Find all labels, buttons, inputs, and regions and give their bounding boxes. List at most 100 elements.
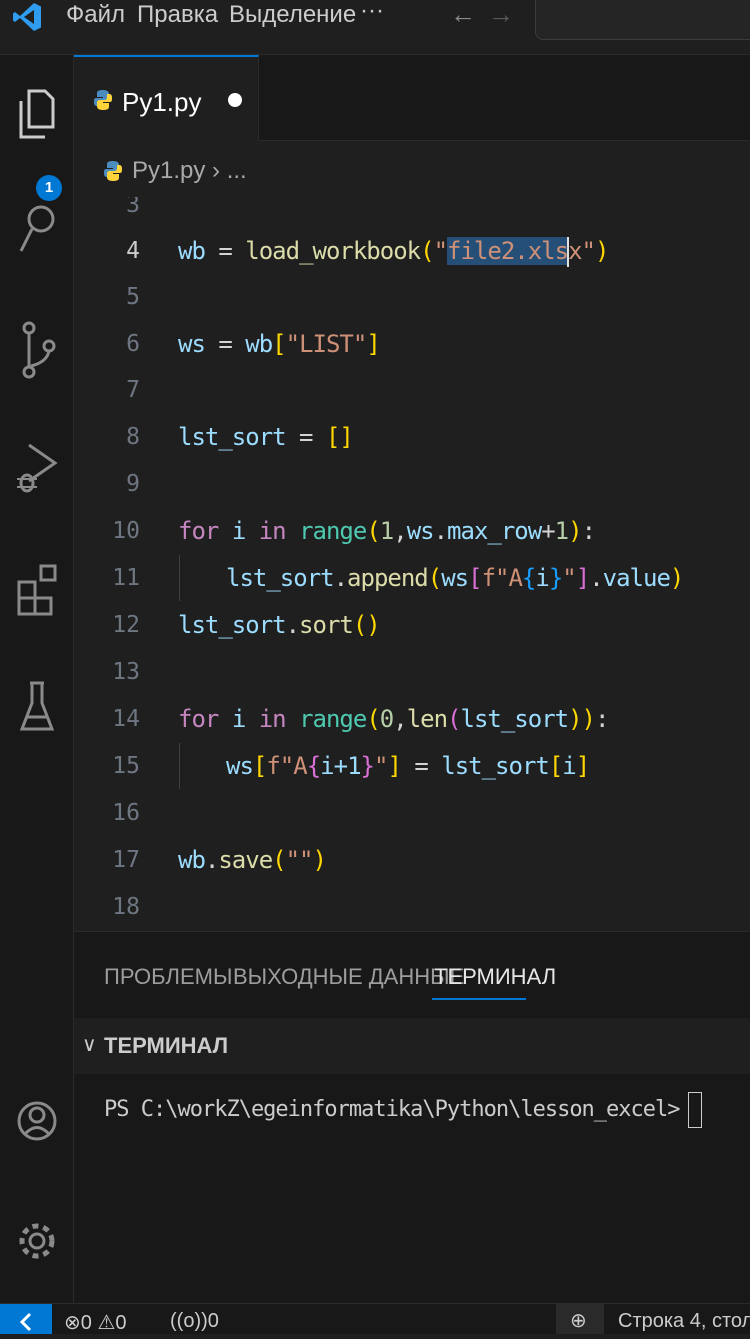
token: ws xyxy=(178,330,206,358)
unsaved-dot-icon[interactable] xyxy=(228,93,242,107)
code-line[interactable]: 15 ws[f"A{i+1}"] = lst_sort[i] xyxy=(74,743,750,789)
token: 1 xyxy=(554,517,569,545)
token: () xyxy=(352,611,381,639)
terminal-header[interactable]: ∨ ТЕРМИНАЛ xyxy=(74,1018,750,1074)
code-line[interactable]: 3 xyxy=(74,197,750,228)
code-line[interactable]: 5 xyxy=(74,274,750,320)
line-number: 8 xyxy=(126,424,140,450)
source-control-icon[interactable] xyxy=(14,320,60,380)
tab-py1[interactable]: Py1.py xyxy=(74,55,259,143)
code-text[interactable]: wb.save("") xyxy=(178,837,327,883)
indent-guide xyxy=(179,743,180,789)
code-text[interactable]: lst_sort.sort() xyxy=(178,602,381,648)
line-number: 14 xyxy=(112,706,140,732)
remote-icon xyxy=(19,1312,32,1332)
code-text[interactable]: ws = wb["LIST"] xyxy=(178,321,381,367)
code-line[interactable]: 17 wb.save("") xyxy=(74,837,750,883)
back-arrow-icon[interactable]: ← xyxy=(450,0,476,28)
broadcast-icon: ((o)) xyxy=(170,1310,208,1332)
code-editor[interactable]: 3 4 wb = load_workbook("file2.xlsx") 5 6… xyxy=(74,197,750,930)
code-line[interactable]: 7 xyxy=(74,367,750,413)
remote-indicator[interactable] xyxy=(0,1304,52,1334)
token: } xyxy=(548,564,563,592)
menu-selection[interactable]: Выделение xyxy=(229,0,356,30)
chevron-down-icon[interactable]: ∨ xyxy=(82,1032,97,1057)
testing-icon[interactable] xyxy=(14,677,60,737)
terminal-prompt[interactable]: PS C:\workZ\egeinformatika\Python\lesson… xyxy=(104,1092,702,1128)
settings-gear-icon[interactable] xyxy=(14,1211,60,1271)
terminal-cursor xyxy=(687,1092,702,1128)
problems-status[interactable]: ⊗0 ⚠0 xyxy=(64,1310,127,1335)
token: ( xyxy=(420,237,434,265)
code-line[interactable]: 8 lst_sort = [] xyxy=(74,414,750,460)
token: : xyxy=(595,705,609,733)
cursor-position[interactable]: Строка 4, столб xyxy=(618,1310,750,1333)
token: in xyxy=(258,517,287,545)
token: . xyxy=(285,611,300,639)
token: lst_sort xyxy=(226,564,335,592)
token: ] xyxy=(575,752,590,780)
token: "LIST" xyxy=(285,330,368,358)
code-line[interactable]: 13 xyxy=(74,649,750,695)
command-center[interactable] xyxy=(535,0,750,40)
code-line[interactable]: 4 wb = load_workbook("file2.xlsx") xyxy=(74,228,750,274)
run-debug-icon[interactable] xyxy=(14,437,60,497)
token: 1 xyxy=(379,517,394,545)
token: ( xyxy=(366,517,380,545)
breadcrumb-file[interactable]: Py1.py xyxy=(132,157,205,184)
breadcrumb-path[interactable]: Py1.py › ... xyxy=(132,157,247,185)
title-bar: Файл Правка Выделение ··· ← → xyxy=(0,0,750,55)
token: sort xyxy=(299,611,354,639)
code-line[interactable]: 11 lst_sort.append(ws[f"A{i}"].value) xyxy=(74,555,750,601)
token: ws xyxy=(226,752,254,780)
token: ] xyxy=(387,752,401,780)
code-line[interactable]: 12 lst_sort.sort() xyxy=(74,602,750,648)
token: : xyxy=(581,517,596,545)
token: i+1 xyxy=(320,752,361,780)
token: save xyxy=(218,846,273,874)
code-line[interactable]: 18 xyxy=(74,884,750,930)
zoom-status[interactable]: ⊕ xyxy=(556,1304,604,1334)
code-line[interactable]: 16 xyxy=(74,790,750,836)
ports-status[interactable]: ((o))0 xyxy=(170,1310,219,1333)
code-text[interactable]: lst_sort.append(ws[f"A{i}"].value) xyxy=(226,555,684,601)
code-line[interactable]: 14 for i in range(0,len(lst_sort)): xyxy=(74,696,750,742)
tab-terminal[interactable]: ТЕРМИНАЛ xyxy=(434,964,556,990)
token: i xyxy=(231,705,246,733)
token: x xyxy=(568,237,582,265)
account-icon[interactable] xyxy=(14,1091,60,1151)
breadcrumb-symbol[interactable]: ... xyxy=(227,157,247,184)
token: [ xyxy=(272,330,286,358)
code-line[interactable]: 10 for i in range(1,ws.max_row+1): xyxy=(74,508,750,554)
code-text[interactable]: wb = load_workbook("file2.xlsx") xyxy=(178,228,609,274)
line-number: 4 xyxy=(126,238,140,264)
explorer-icon[interactable] xyxy=(14,83,60,143)
tab-label: Py1.py xyxy=(122,87,202,117)
error-count: 0 xyxy=(80,1312,92,1334)
token: [ xyxy=(548,752,563,780)
token: f"A xyxy=(481,564,523,592)
code-text[interactable]: lst_sort = [] xyxy=(178,414,354,460)
code-line[interactable]: 6 ws = wb["LIST"] xyxy=(74,321,750,367)
line-number: 3 xyxy=(126,197,140,218)
code-text[interactable]: for i in range(1,ws.max_row+1): xyxy=(178,508,596,554)
code-text[interactable]: for i in range(0,len(lst_sort)): xyxy=(178,696,609,742)
code-line[interactable]: 9 xyxy=(74,461,750,507)
extensions-icon[interactable] xyxy=(14,560,60,620)
menu-edit[interactable]: Правка xyxy=(137,0,218,30)
code-text[interactable]: ws[f"A{i+1}"] = lst_sort[i] xyxy=(226,743,590,789)
menu-more[interactable]: ··· xyxy=(360,0,384,26)
warning-icon: ⚠ xyxy=(97,1312,116,1334)
tab-problems[interactable]: ПРОБЛЕМЫ xyxy=(104,964,232,990)
token: [ xyxy=(468,564,482,592)
line-number: 5 xyxy=(126,284,140,310)
forward-arrow-icon[interactable]: → xyxy=(488,0,514,28)
tab-output[interactable]: ВЫХОДНЫЕ ДАННЫЕ xyxy=(233,964,464,990)
menu-file[interactable]: Файл xyxy=(66,0,125,30)
search-icon[interactable] xyxy=(14,197,60,257)
token: range xyxy=(299,517,367,545)
